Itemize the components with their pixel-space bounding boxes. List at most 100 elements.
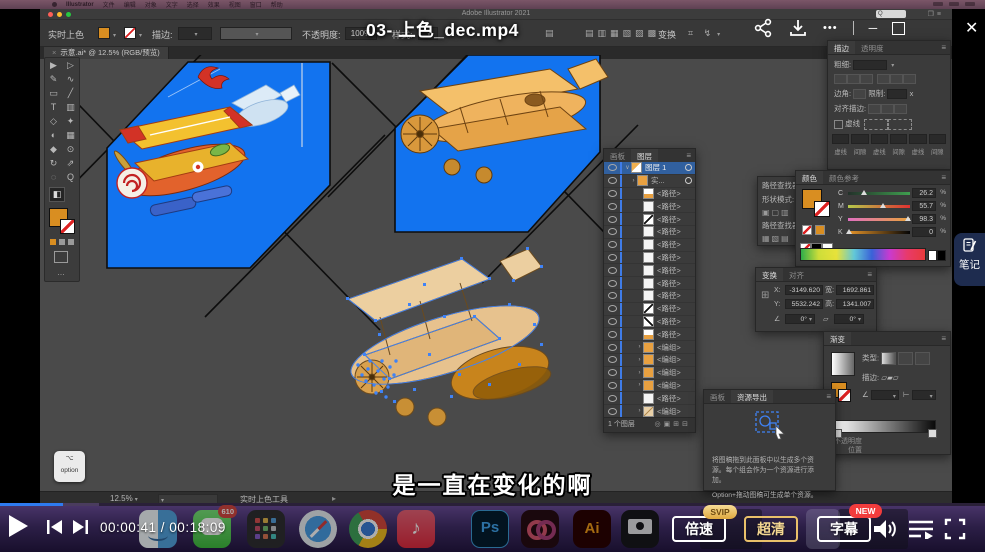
visibility-eye-icon[interactable]	[608, 228, 617, 235]
disclosure-icon[interactable]: ›	[636, 408, 643, 414]
layer-row[interactable]: <路径>	[604, 328, 695, 341]
spectrum-end-swatches[interactable]	[928, 250, 946, 261]
more-options-icon[interactable]: •••	[823, 22, 838, 34]
visibility-eye-icon[interactable]	[608, 356, 617, 363]
toolbar-overflow-button[interactable]: …	[57, 268, 79, 277]
layer-label[interactable]: <路径>	[657, 393, 681, 404]
visibility-eye-icon[interactable]	[608, 241, 617, 248]
channel-value[interactable]: 55.7	[912, 201, 936, 211]
color-fill-stroke-proxy[interactable]	[802, 189, 832, 219]
gradient-stroke-icons[interactable]: ▱▰▱	[881, 373, 898, 382]
rotate-tool[interactable]: ↻	[50, 159, 58, 168]
layer-label[interactable]: <路径>	[657, 252, 681, 263]
layer-label[interactable]: <路径>	[657, 214, 681, 225]
layer-label[interactable]: <路径>	[657, 303, 681, 314]
gradient-angle-field[interactable]	[871, 390, 899, 400]
layer-row[interactable]: <路径>	[604, 200, 695, 213]
pink-rings-app-icon[interactable]	[521, 510, 559, 548]
chevron-down-icon[interactable]	[889, 60, 894, 69]
visibility-eye-icon[interactable]	[608, 254, 617, 261]
music-icon[interactable]: ♪	[397, 510, 435, 548]
tab-align[interactable]: 对齐	[783, 268, 810, 281]
layer-row[interactable]: <路径>	[604, 188, 695, 201]
panel-menu-icon[interactable]: ≡	[941, 173, 946, 182]
direct-selection-tool[interactable]: ▷	[67, 61, 74, 70]
eyedropper-tool[interactable]: ◆	[50, 145, 57, 154]
volume-icon[interactable]	[872, 517, 898, 541]
paintbrush-tool[interactable]: ✦	[67, 117, 75, 126]
quality-button[interactable]: 超清	[744, 516, 798, 542]
stroke-chevron-icon[interactable]	[137, 29, 142, 39]
pen-tool[interactable]: ✎	[50, 75, 58, 84]
tab-transparency[interactable]: 透明度	[855, 41, 890, 54]
subtitle-button[interactable]: 字幕	[817, 516, 871, 542]
gradient-slider[interactable]	[834, 420, 936, 433]
playlist-icon[interactable]	[908, 519, 934, 539]
transform-label[interactable]: 变换	[658, 28, 676, 41]
live-paint-bucket-tool[interactable]: ◧	[49, 187, 65, 202]
transform-field-value[interactable]: 1341.007	[836, 299, 874, 309]
visibility-eye-icon[interactable]	[608, 177, 617, 184]
visibility-eye-icon[interactable]	[608, 331, 617, 338]
menubar-item[interactable]: 窗口	[250, 0, 262, 9]
share-icon[interactable]	[753, 18, 773, 38]
visibility-eye-icon[interactable]	[608, 216, 617, 223]
align-icons[interactable]: ▤▥▦▧▨▩	[585, 28, 660, 39]
visibility-eye-icon[interactable]	[608, 369, 617, 376]
color-mini-swatches[interactable]	[802, 225, 825, 235]
tab-stroke[interactable]: 描边	[828, 41, 855, 54]
disclosure-icon[interactable]: ›	[630, 178, 637, 184]
more-options-icons[interactable]: ⌗ ↯	[688, 28, 724, 39]
layer-label[interactable]: <编组>	[657, 367, 681, 378]
layer-label[interactable]: <路径>	[657, 265, 681, 276]
visibility-eye-icon[interactable]	[608, 292, 617, 299]
disclosure-icon[interactable]: ›	[636, 370, 643, 376]
layers-footer-icons[interactable]: ◎▣⊞⊟	[655, 418, 691, 432]
dash-preset-button[interactable]	[888, 119, 912, 130]
transform-field-value[interactable]: -3149.620	[785, 285, 823, 295]
tab-gradient[interactable]: 渐变	[824, 332, 851, 345]
panel-menu-icon[interactable]: ≡	[826, 392, 831, 401]
limit-field[interactable]	[887, 89, 907, 99]
tab-color[interactable]: 颜色	[796, 171, 823, 184]
visibility-eye-icon[interactable]	[608, 267, 617, 274]
visibility-eye-icon[interactable]	[608, 164, 617, 171]
layer-row[interactable]: ∨图层 1	[604, 162, 695, 175]
reference-point-locator[interactable]: ⊞	[761, 290, 769, 301]
layer-row[interactable]: › <编组>	[604, 367, 695, 380]
tab-color-guide[interactable]: 颜色参考	[823, 171, 865, 184]
illustrator-icon[interactable]: Ai	[573, 510, 611, 548]
panel-menu-icon[interactable]: ≡	[867, 270, 872, 279]
selection-tool[interactable]: ▶	[50, 61, 57, 70]
brush-definition-dropdown[interactable]	[220, 27, 292, 40]
layer-row[interactable]: <路径>	[604, 239, 695, 252]
fill-chevron-icon[interactable]	[111, 29, 116, 39]
layer-row[interactable]: › 实...	[604, 175, 695, 188]
layer-row[interactable]: ›<编组>	[604, 380, 695, 393]
screen-recorder-icon[interactable]	[621, 510, 659, 548]
dash-value-fields[interactable]	[832, 134, 946, 144]
stroke-weight-input[interactable]	[178, 27, 212, 40]
type-tool[interactable]: T	[51, 103, 57, 112]
hand-tool[interactable]: ◌	[51, 173, 56, 182]
layer-row[interactable]: <路径>	[604, 264, 695, 277]
channel-value[interactable]: 98.3	[912, 214, 936, 224]
disclosure-icon[interactable]: ›	[636, 344, 643, 350]
layer-label[interactable]: <编组>	[657, 354, 681, 365]
layer-label[interactable]: <编组>	[657, 342, 681, 353]
corner-button[interactable]	[853, 89, 866, 99]
layer-row[interactable]: <路径>	[604, 290, 695, 303]
dash-preset-button[interactable]	[864, 119, 888, 130]
gradient-tool[interactable]: ◐	[51, 131, 56, 140]
menubar-app-name[interactable]: Illustrator	[66, 2, 94, 8]
layer-row[interactable]: ›<编组>	[604, 354, 695, 367]
color-mode-buttons[interactable]	[50, 239, 79, 245]
layer-label[interactable]: <路径>	[657, 316, 681, 327]
color-spectrum-bar[interactable]	[800, 248, 926, 261]
slider-knob[interactable]	[905, 216, 911, 221]
fill-stroke-proxy[interactable]	[49, 208, 75, 234]
layer-label[interactable]: 实...	[651, 175, 665, 186]
channel-slider[interactable]	[848, 218, 910, 221]
artboard-tool[interactable]: ▥	[66, 103, 75, 112]
layer-label[interactable]: <路径>	[657, 329, 681, 340]
